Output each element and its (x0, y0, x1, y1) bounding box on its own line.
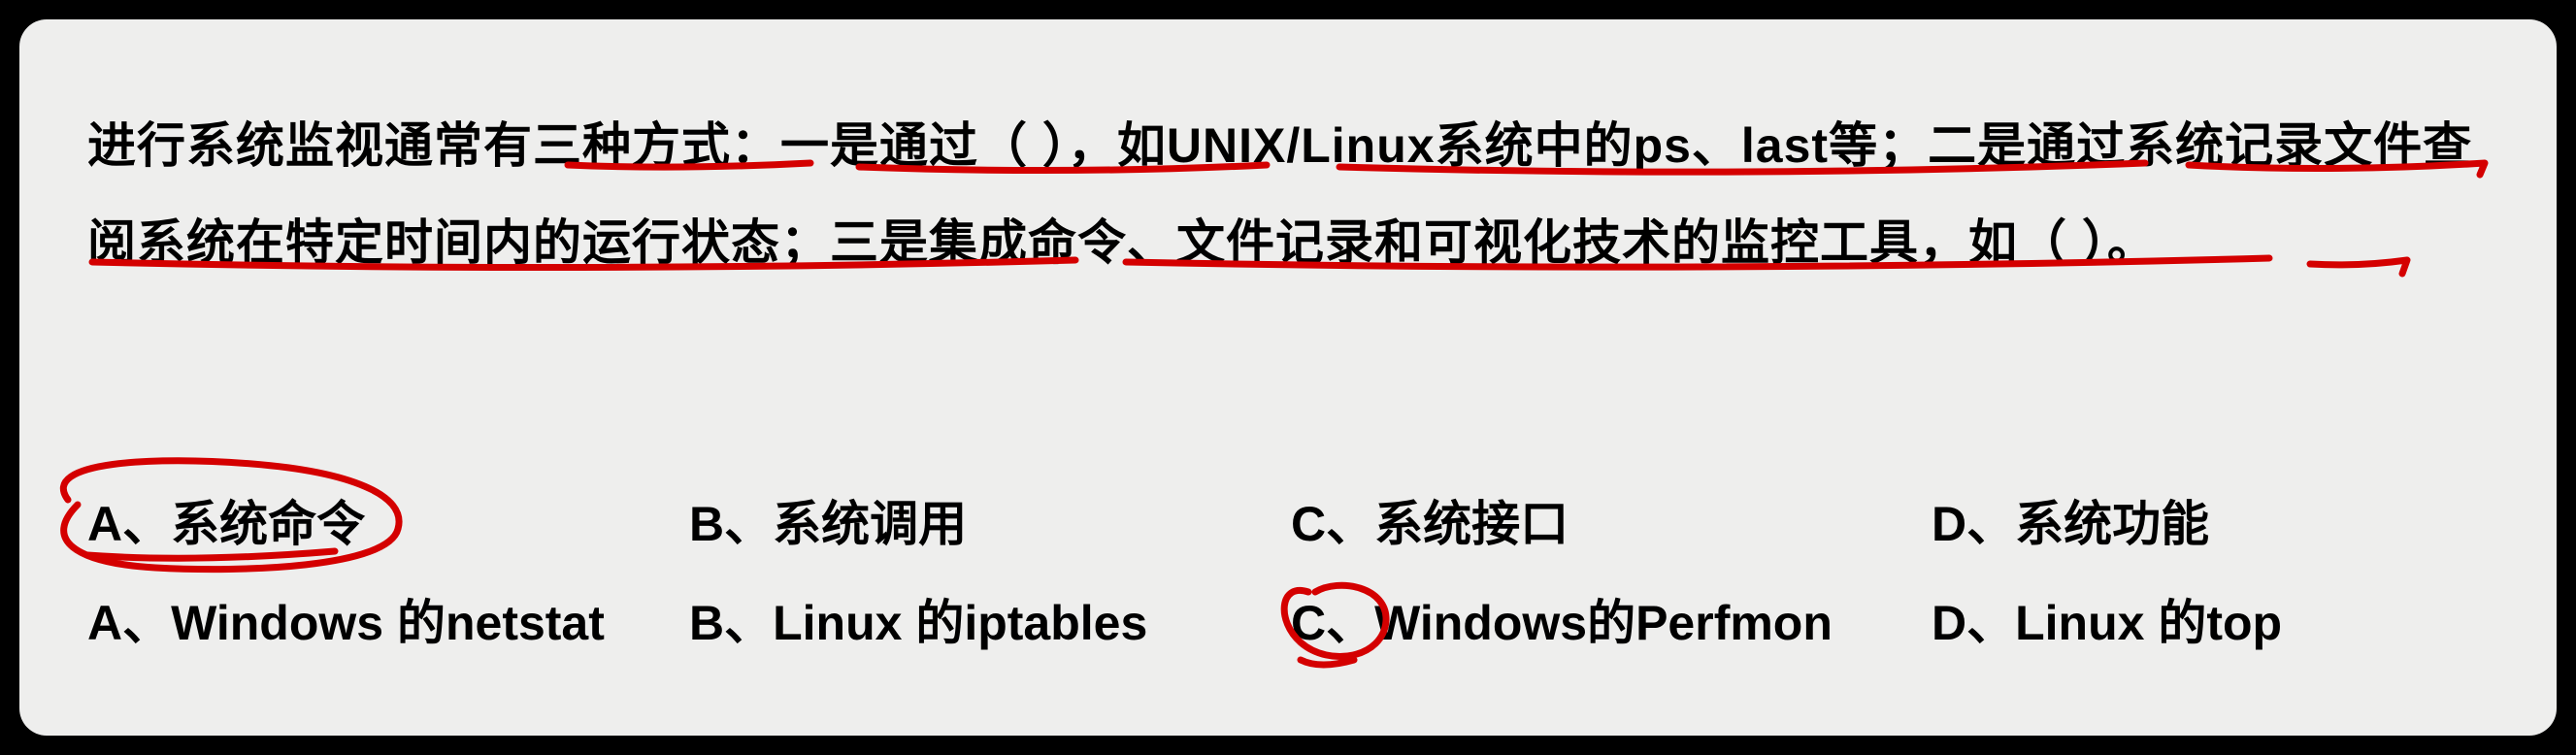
stage: 进行系统监视通常有三种方式：一是通过（ ），如UNIX/Linux系统中的ps、… (0, 0, 2576, 755)
option-2-a[interactable]: A、Windows 的netstat (87, 584, 689, 654)
question-stem: 进行系统监视通常有三种方式：一是通过（ ），如UNIX/Linux系统中的ps、… (87, 97, 2485, 291)
option-1-a[interactable]: A、系统命令 (87, 485, 689, 555)
option-1-d[interactable]: D、系统功能 (1932, 485, 2475, 555)
option-1-c[interactable]: C、系统接口 (1291, 485, 1932, 555)
option-2-c[interactable]: C、Windows的Perfmon (1291, 584, 1932, 654)
option-1-b[interactable]: B、系统调用 (689, 485, 1291, 555)
option-row-2: A、Windows 的netstat B、Linux 的iptables C、W… (87, 584, 2485, 654)
options-block: A、系统命令 B、系统调用 C、系统接口 D、系统功能 A、Windows 的n… (87, 485, 2485, 683)
question-card: 进行系统监视通常有三种方式：一是通过（ ），如UNIX/Linux系统中的ps、… (19, 19, 2557, 736)
option-2-b[interactable]: B、Linux 的iptables (689, 584, 1291, 654)
option-row-1: A、系统命令 B、系统调用 C、系统接口 D、系统功能 (87, 485, 2485, 555)
option-2-d[interactable]: D、Linux 的top (1932, 584, 2475, 654)
